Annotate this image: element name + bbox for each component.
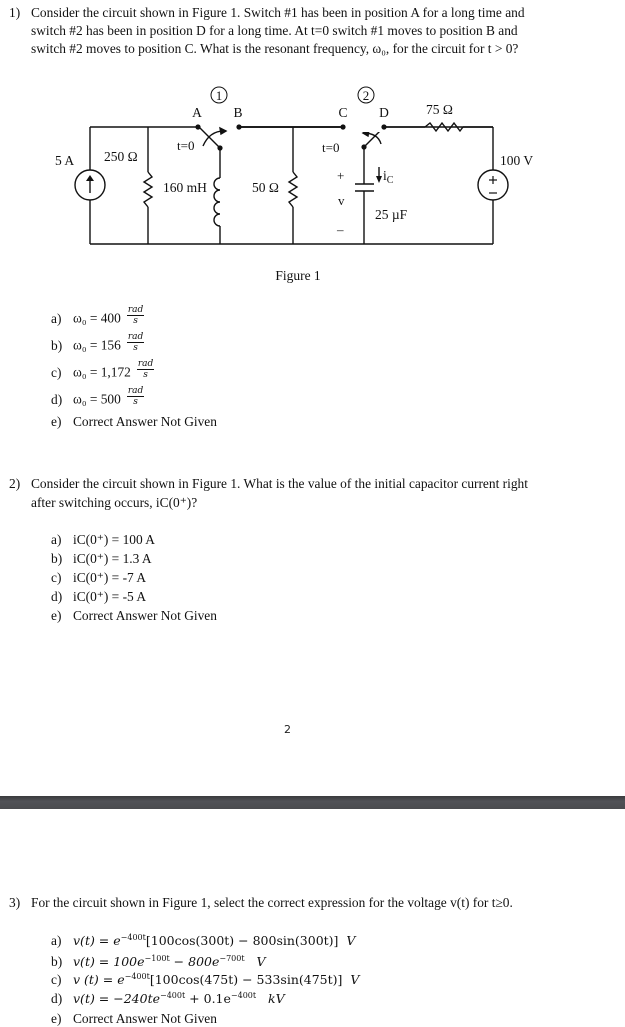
question-text-line: For the circuit shown in Figure 1, selec… <box>31 895 513 910</box>
label-r3: 75 Ω <box>426 102 453 117</box>
option-2a[interactable]: a) iC(0⁺) = 100 A <box>51 532 155 548</box>
option-text: iC(0⁺) = -5 A <box>73 589 147 604</box>
option-text: ω₀ = 156 <box>73 337 121 353</box>
question-number: 2) <box>9 476 21 491</box>
option-2c[interactable]: c) iC(0⁺) = -7 A <box>51 570 146 586</box>
option-text: iC(0⁺) = 1.3 A <box>73 551 152 566</box>
voltage-source <box>477 169 509 201</box>
option-label: c) <box>51 364 62 380</box>
page-number: 2 <box>284 723 291 736</box>
switch-1-number: 1 <box>216 88 223 103</box>
label-c: C <box>338 105 347 120</box>
option-label: d) <box>51 991 63 1007</box>
option-text: ω₀ = 400 <box>73 310 121 326</box>
option-label: c) <box>51 972 62 988</box>
label-v: v <box>338 193 345 208</box>
label-t0-switch2: t=0 <box>322 140 339 155</box>
option-text: ω₀ = 1,172 <box>73 364 131 380</box>
option-label: e) <box>51 414 62 429</box>
label-cap-current: iC <box>383 168 394 186</box>
option-1d[interactable]: d) ω₀ = 500 rad s <box>51 386 145 411</box>
label-v-plus: + <box>337 168 344 183</box>
label-source-current: 5 A <box>55 153 74 168</box>
option-3d[interactable]: d) v(t) = −240te−400t + 0.1e−400t kV <box>51 991 285 1007</box>
switch-2-pivot <box>361 144 367 150</box>
inductor <box>213 177 221 227</box>
label-r1: 250 Ω <box>104 149 138 164</box>
switch-2-number: 2 <box>363 88 370 103</box>
label-a: A <box>192 105 202 120</box>
option-text: iC(0⁺) = 100 A <box>73 532 155 547</box>
question-text-line: after switching occurs, iC(0⁺)? <box>31 495 198 510</box>
label-v-minus: – <box>336 222 344 237</box>
switch-1-pivot <box>217 145 223 151</box>
option-3e[interactable]: e) Correct Answer Not Given <box>51 1011 217 1027</box>
option-2d[interactable]: d) iC(0⁺) = -5 A <box>51 589 146 605</box>
option-label: b) <box>51 954 63 970</box>
label-r2: 50 Ω <box>252 180 279 195</box>
option-label: e) <box>51 1011 62 1026</box>
node-d <box>381 124 387 130</box>
option-label: d) <box>51 391 63 407</box>
label-t0-switch1: t=0 <box>177 138 194 153</box>
label-capacitor: 25 µF <box>375 207 408 222</box>
option-formula: v(t) = 100e−100t − 800e−700t V <box>73 954 266 970</box>
option-2b[interactable]: b) iC(0⁺) = 1.3 A <box>51 551 152 567</box>
node-c <box>340 124 346 130</box>
option-label: d) <box>51 589 63 604</box>
unit-fraction: rad s <box>126 332 145 353</box>
option-label: a) <box>51 532 62 547</box>
option-3b[interactable]: b) v(t) = 100e−100t − 800e−700t V <box>51 954 266 970</box>
option-2e[interactable]: e) Correct Answer Not Given <box>51 608 217 624</box>
option-1c[interactable]: c) ω₀ = 1,172 rad s <box>51 359 155 384</box>
node-b <box>236 124 242 130</box>
option-3a[interactable]: a) v(t) = e−400t[100cos(300t) − 800sin(30… <box>51 933 355 949</box>
option-3c[interactable]: c) v (t) = e−400t[100cos(475t) − 533sin(4… <box>51 972 359 988</box>
option-label: e) <box>51 608 62 623</box>
question-text-line: Consider the circuit shown in Figure 1. … <box>31 476 528 491</box>
option-text: iC(0⁺) = -7 A <box>73 570 147 585</box>
unit-fraction: rad s <box>126 305 145 326</box>
label-inductor: 160 mH <box>163 180 207 195</box>
unit-fraction: rad s <box>126 386 145 407</box>
option-text: ω₀ = 500 <box>73 391 121 407</box>
option-text: Correct Answer Not Given <box>73 608 217 623</box>
question-number: 3) <box>9 895 21 910</box>
option-label: a) <box>51 310 62 326</box>
option-text: Correct Answer Not Given <box>73 414 217 429</box>
unit-fraction: rad s <box>136 359 155 380</box>
option-formula: v(t) = −240te−400t + 0.1e−400t kV <box>73 991 285 1007</box>
figure-caption: Figure 1 <box>275 268 320 283</box>
label-d: D <box>379 105 389 120</box>
option-formula: v(t) = e−400t[100cos(300t) − 800sin(300t… <box>73 933 356 949</box>
label-b: B <box>233 105 242 120</box>
resistor-250 <box>142 171 154 208</box>
label-source-voltage: 100 V <box>500 153 533 168</box>
option-label: b) <box>51 551 63 566</box>
page-separator <box>0 796 625 809</box>
option-label: c) <box>51 570 62 585</box>
option-label: a) <box>51 933 62 949</box>
resistor-50 <box>287 171 299 208</box>
option-1a[interactable]: a) ω₀ = 400 rad s <box>51 305 145 330</box>
option-1e[interactable]: e) Correct Answer Not Given <box>51 414 217 430</box>
option-label: b) <box>51 337 63 353</box>
option-1b[interactable]: b) ω₀ = 156 rad s <box>51 332 145 357</box>
option-formula: v (t) = e−400t[100cos(475t) − 533sin(475… <box>73 972 360 988</box>
node-a <box>195 124 201 130</box>
circuit-figure: 1 2 A B C D t=0 t=0 5 A 250 Ω 160 mH 50 … <box>55 86 533 283</box>
